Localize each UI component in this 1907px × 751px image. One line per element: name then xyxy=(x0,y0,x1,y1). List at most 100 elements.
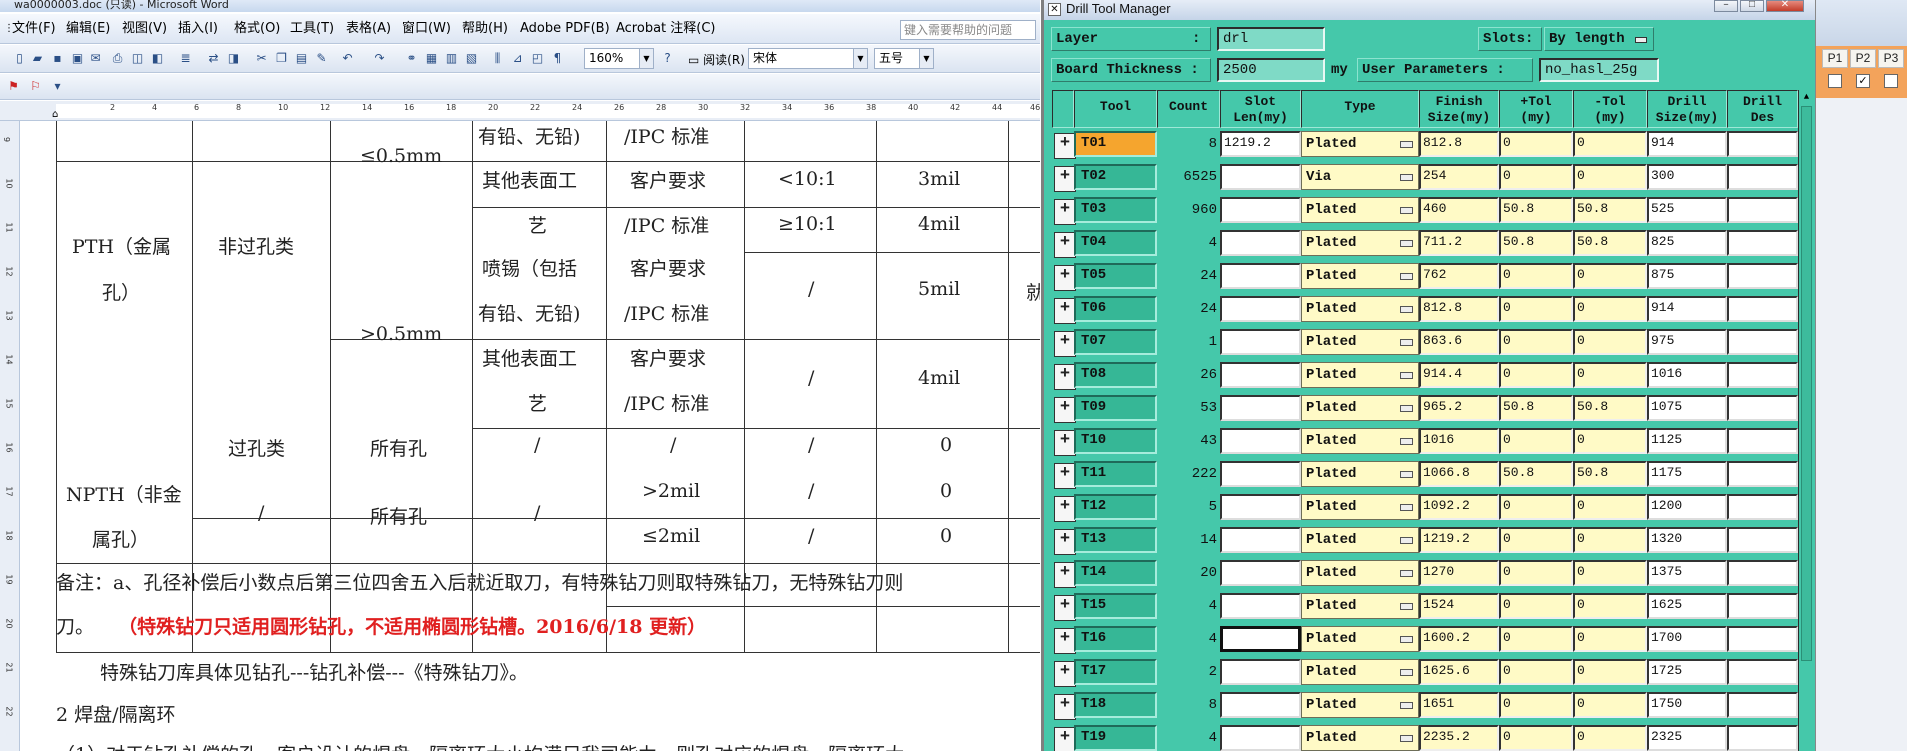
menu-edit[interactable]: 编辑(E) xyxy=(66,14,110,44)
grid-header-count[interactable]: Count xyxy=(1157,90,1220,128)
menu-tools[interactable]: 工具(T) xyxy=(290,14,334,44)
permission-icon[interactable]: ▣ xyxy=(70,51,85,66)
expand-row-icon[interactable]: + xyxy=(1054,529,1076,555)
minus-tol-field[interactable]: 0 xyxy=(1573,659,1647,685)
drill-des-field[interactable] xyxy=(1727,263,1798,289)
finish-size-field[interactable]: 254 xyxy=(1419,164,1499,190)
plus-tol-field[interactable]: 50.8 xyxy=(1499,395,1573,421)
type-select[interactable]: Plated xyxy=(1301,461,1419,487)
minus-tol-field[interactable]: 0 xyxy=(1573,428,1647,454)
tool-cell[interactable]: T13 xyxy=(1074,527,1157,553)
menu-table[interactable]: 表格(A) xyxy=(346,14,391,44)
drawing-icon[interactable]: ⊿ xyxy=(510,51,525,66)
expand-row-icon[interactable]: + xyxy=(1054,562,1076,588)
drill-des-field[interactable] xyxy=(1727,230,1798,256)
type-select[interactable]: Plated xyxy=(1301,593,1419,619)
p2-checkbox[interactable]: ✓ xyxy=(1856,74,1870,88)
minus-tol-field[interactable]: 0 xyxy=(1573,164,1647,190)
layer-input[interactable]: drl xyxy=(1217,27,1325,51)
type-select[interactable]: Plated xyxy=(1301,626,1419,652)
p1-checkbox[interactable] xyxy=(1828,74,1842,88)
plus-tol-field[interactable]: 0 xyxy=(1499,362,1573,388)
tool-cell[interactable]: T14 xyxy=(1074,560,1157,586)
plus-tol-field[interactable]: 0 xyxy=(1499,494,1573,520)
drill-size-field[interactable]: 1375 xyxy=(1647,560,1727,586)
column-header-p2[interactable]: P2 xyxy=(1850,49,1876,68)
minus-tol-field[interactable]: 0 xyxy=(1573,362,1647,388)
drill-size-field[interactable]: 975 xyxy=(1647,329,1727,355)
slots-select[interactable]: By length xyxy=(1544,27,1654,51)
drill-size-field[interactable]: 300 xyxy=(1647,164,1727,190)
drill-size-field[interactable]: 525 xyxy=(1647,197,1727,223)
expand-row-icon[interactable]: + xyxy=(1054,595,1076,621)
type-select[interactable]: Plated xyxy=(1301,725,1419,751)
expand-row-icon[interactable]: + xyxy=(1054,331,1076,357)
new-doc-icon[interactable]: ▯ xyxy=(12,51,27,66)
drill-des-field[interactable] xyxy=(1727,560,1798,586)
grid-header-drill-des[interactable]: Drill Des xyxy=(1727,90,1798,128)
expand-row-icon[interactable]: + xyxy=(1054,727,1076,751)
type-select[interactable]: Plated xyxy=(1301,692,1419,718)
drill-size-field[interactable]: 1625 xyxy=(1647,593,1727,619)
font-size-select[interactable]: 五号 ▼ xyxy=(874,48,934,69)
slot-len-field[interactable] xyxy=(1220,461,1301,487)
plus-tol-field[interactable]: 0 xyxy=(1499,329,1573,355)
slot-len-field[interactable] xyxy=(1220,494,1301,520)
read-mode-button[interactable]: ▭ 阅读(R) xyxy=(688,51,745,68)
minus-tol-field[interactable]: 0 xyxy=(1573,296,1647,322)
minus-tol-field[interactable]: 0 xyxy=(1573,593,1647,619)
type-select[interactable]: Plated xyxy=(1301,131,1419,157)
drill-des-field[interactable] xyxy=(1727,197,1798,223)
type-select[interactable]: Plated xyxy=(1301,659,1419,685)
menu-acrobat-comment[interactable]: Acrobat 注释(C) xyxy=(616,14,716,44)
drill-des-field[interactable] xyxy=(1727,329,1798,355)
drill-des-field[interactable] xyxy=(1727,164,1798,190)
finish-size-field[interactable]: 711.2 xyxy=(1419,230,1499,256)
minus-tol-field[interactable]: 0 xyxy=(1573,329,1647,355)
drill-size-field[interactable]: 875 xyxy=(1647,263,1727,289)
drill-size-field[interactable]: 1725 xyxy=(1647,659,1727,685)
tool-cell[interactable]: T09 xyxy=(1074,395,1157,421)
type-select[interactable]: Plated xyxy=(1301,494,1419,520)
drill-des-field[interactable] xyxy=(1727,428,1798,454)
expand-row-icon[interactable]: + xyxy=(1054,463,1076,489)
slot-len-field[interactable] xyxy=(1220,164,1301,190)
menu-view[interactable]: 视图(V) xyxy=(122,14,167,44)
slot-len-field[interactable] xyxy=(1220,692,1301,718)
columns-icon[interactable]: ⫼ xyxy=(490,51,505,66)
expand-row-icon[interactable]: + xyxy=(1054,166,1076,192)
research-book-icon[interactable]: ◨ xyxy=(226,51,241,66)
tool-cell[interactable]: T03 xyxy=(1074,197,1157,223)
column-header-p3[interactable]: P3 xyxy=(1878,49,1904,68)
plus-tol-field[interactable]: 0 xyxy=(1499,560,1573,586)
finish-size-field[interactable]: 812.8 xyxy=(1419,131,1499,157)
expand-row-icon[interactable]: + xyxy=(1054,232,1076,258)
expand-row-icon[interactable]: + xyxy=(1054,496,1076,522)
finish-size-field[interactable]: 1270 xyxy=(1419,560,1499,586)
minus-tol-field[interactable]: 50.8 xyxy=(1573,197,1647,223)
slot-len-field[interactable] xyxy=(1220,296,1301,322)
grid-header-drill-size[interactable]: Drill Size(my) xyxy=(1647,90,1727,128)
slot-len-field[interactable] xyxy=(1220,230,1301,256)
plus-tol-field[interactable]: 50.8 xyxy=(1499,197,1573,223)
tables-borders-icon[interactable]: ▦ xyxy=(424,51,439,66)
type-select[interactable]: Plated xyxy=(1301,560,1419,586)
email-icon[interactable]: ✉ xyxy=(88,51,103,66)
drill-des-field[interactable] xyxy=(1727,296,1798,322)
expand-row-icon[interactable]: + xyxy=(1054,298,1076,324)
drill-size-field[interactable]: 1320 xyxy=(1647,527,1727,553)
plus-tol-field[interactable]: 0 xyxy=(1499,725,1573,751)
slot-len-field[interactable] xyxy=(1220,659,1301,685)
expand-row-icon[interactable]: + xyxy=(1054,694,1076,720)
tool-cell[interactable]: T16 xyxy=(1074,626,1157,652)
drill-size-field[interactable]: 1200 xyxy=(1647,494,1727,520)
save-icon[interactable]: ▪ xyxy=(50,51,65,66)
minus-tol-field[interactable]: 0 xyxy=(1573,560,1647,586)
menu-adobe-pdf[interactable]: Adobe PDF(B) xyxy=(520,14,610,44)
plus-tol-field[interactable]: 0 xyxy=(1499,263,1573,289)
undo-icon[interactable]: ↶ xyxy=(340,51,355,66)
menu-insert[interactable]: 插入(I) xyxy=(178,14,218,44)
font-name-select[interactable]: 宋体 ▼ xyxy=(748,48,868,69)
finish-size-field[interactable]: 762 xyxy=(1419,263,1499,289)
drill-des-field[interactable] xyxy=(1727,131,1798,157)
